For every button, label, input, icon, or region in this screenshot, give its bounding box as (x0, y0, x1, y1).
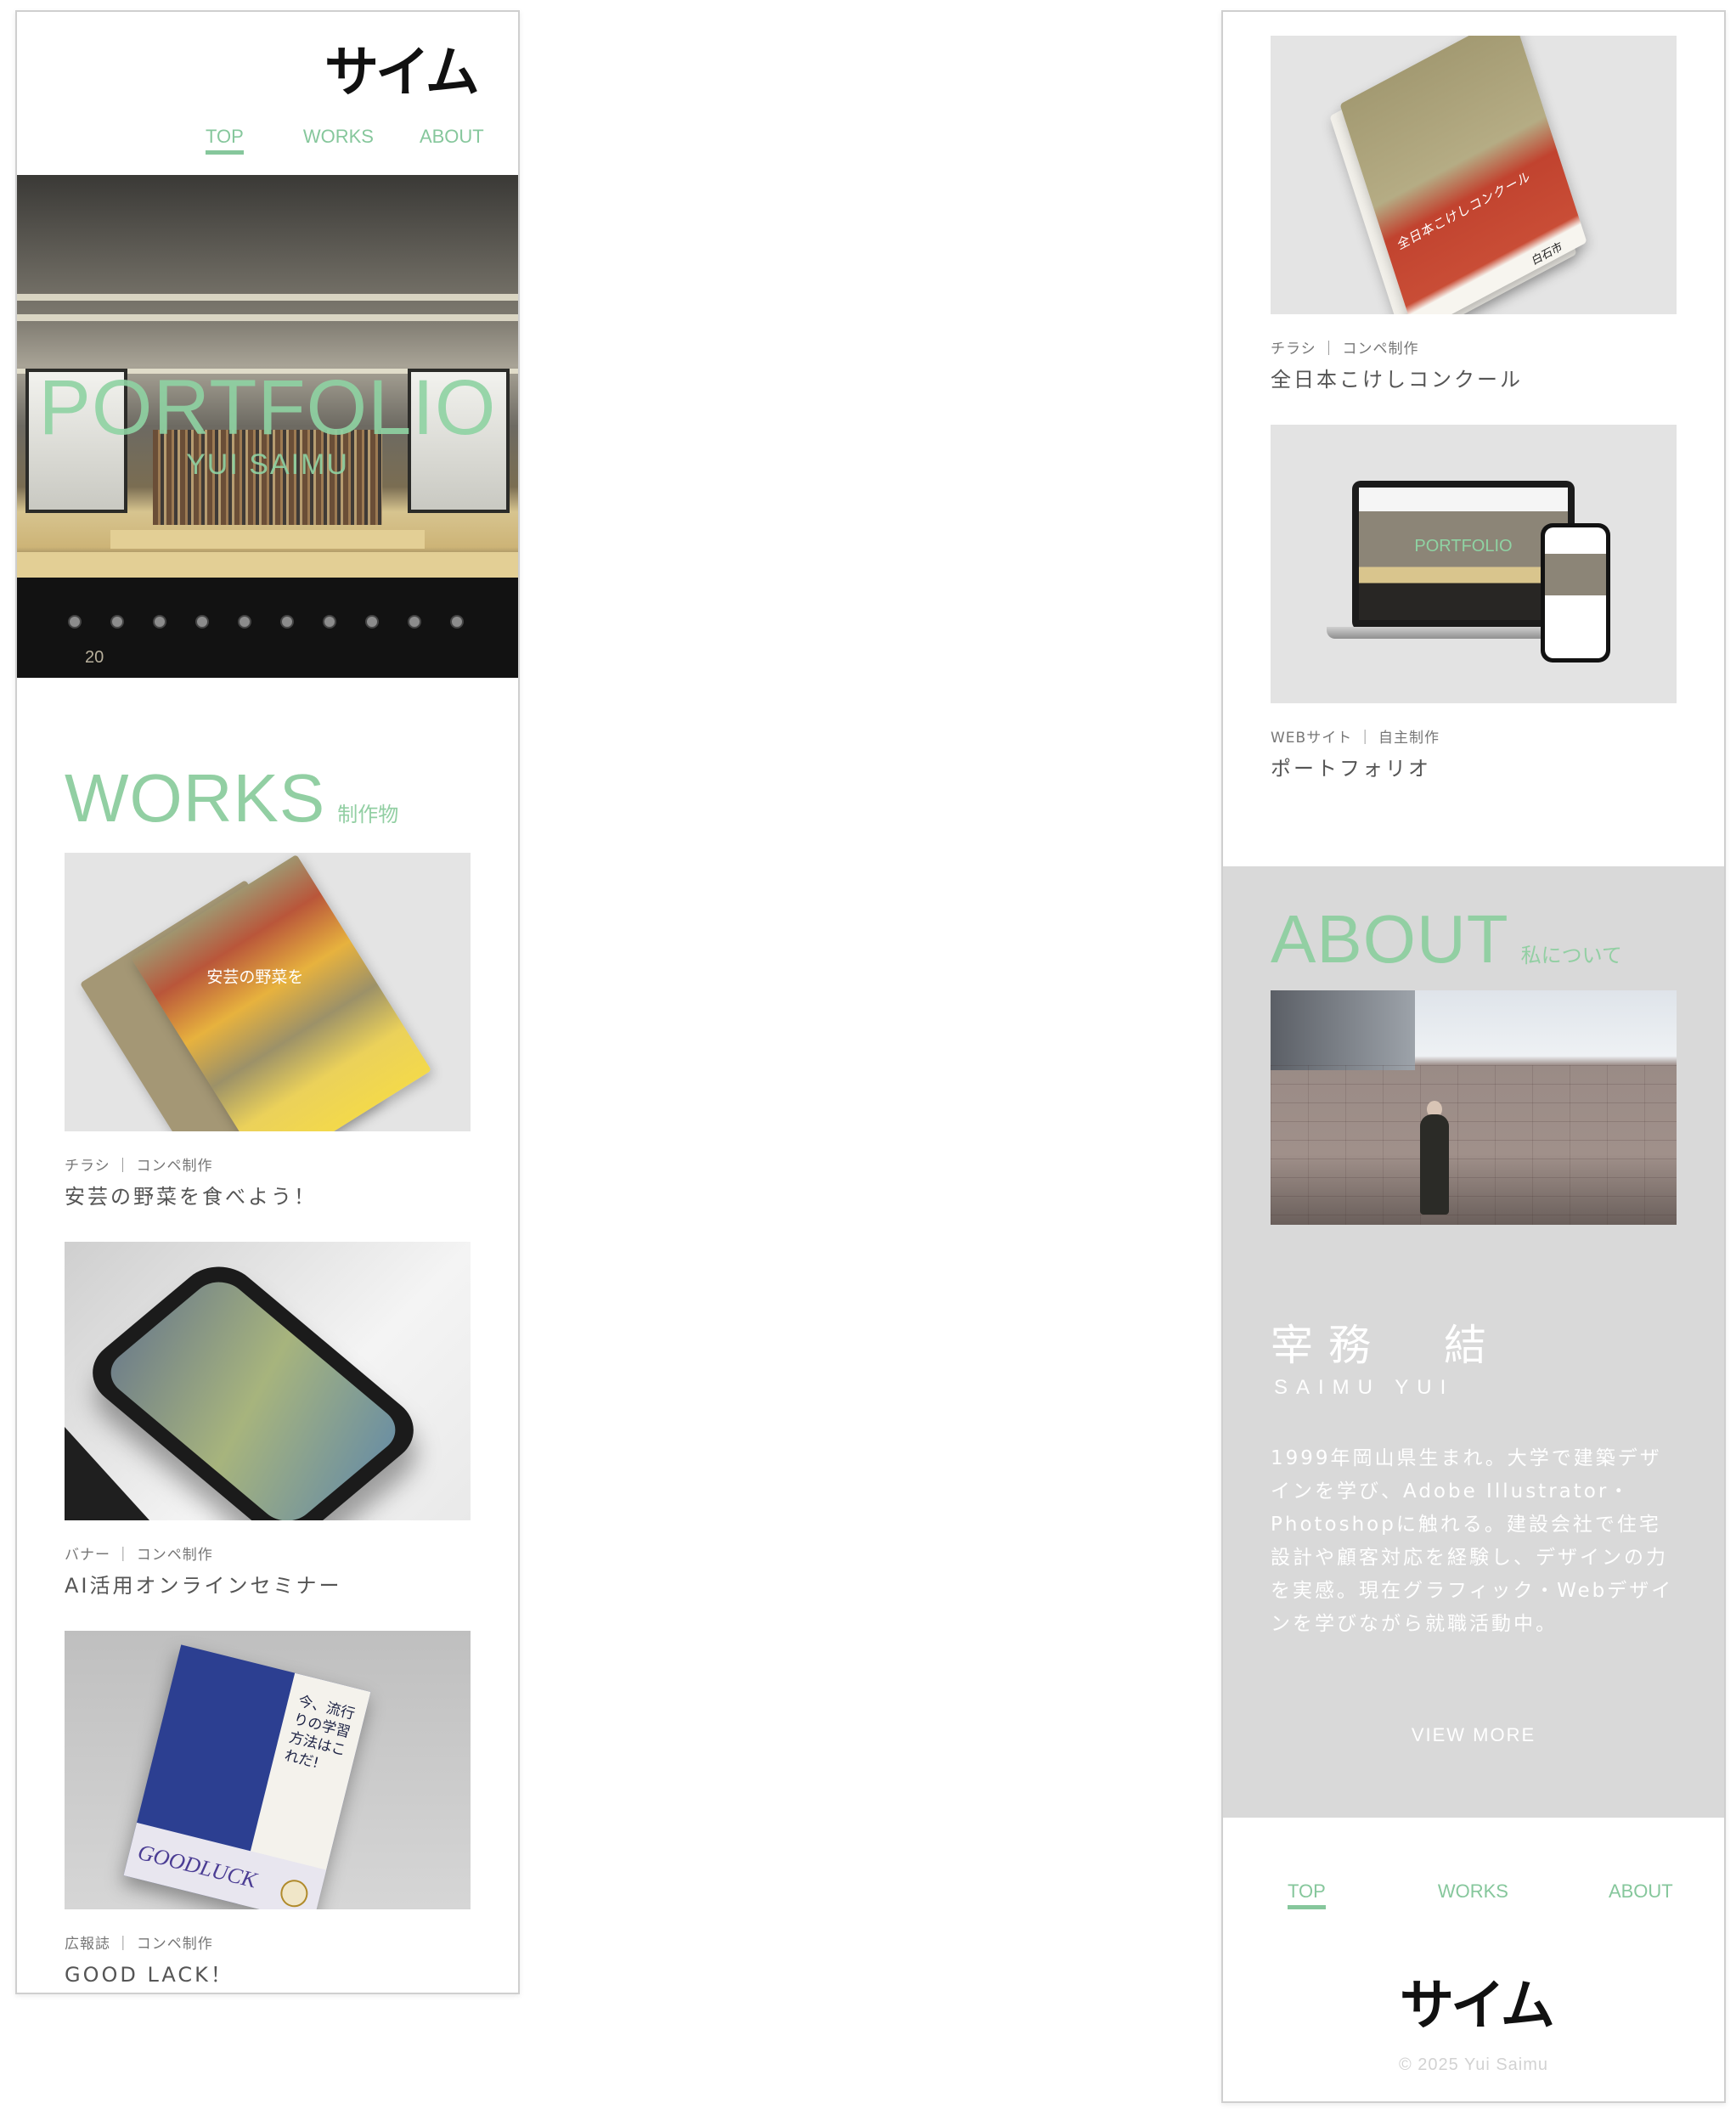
hero-title: PORTFOLIO (38, 364, 497, 451)
work-card[interactable]: 安芸の野菜を チラシ ｜ コンペ制作 安芸の野菜を食べよう！ (65, 853, 471, 1209)
work-card[interactable]: 今、流行りの学習方法はこれだ! GOODLUCK 広報誌 ｜ コンペ制作 GOO… (65, 1631, 471, 1988)
phone-mockup (1541, 523, 1610, 662)
profile-name-jp: 宰務 結 (1271, 1321, 1502, 1370)
mobile-preview-top: サイム TOP WORKS ABOUT 20 PORTFOLIO YUI SAI… (15, 10, 520, 1994)
work-title: AI活用オンラインセミナー (65, 1574, 342, 1598)
footer-nav-works[interactable]: WORKS (1438, 1880, 1508, 1903)
work-meta: チラシ ｜ コンペ制作 (65, 1158, 213, 1175)
about-subtitle: 私について (1520, 944, 1622, 967)
profile-name-en: SAIMU YUI (1274, 1376, 1455, 1399)
works-subtitle: 制作物 (337, 803, 399, 826)
work-card[interactable]: PORTFOLIO WEBサイト ｜ 自主制作 ポートフォリオ (1271, 425, 1677, 781)
profile-photo (1271, 990, 1677, 1225)
work-title: 安芸の野菜を食べよう！ (65, 1185, 317, 1209)
nav-top[interactable]: TOP (206, 126, 244, 155)
copyright: © 2025 Yui Saimu (1398, 2055, 1549, 2074)
work-title: GOOD LACK！ (65, 1963, 234, 1987)
footer-nav-top[interactable]: TOP (1288, 1880, 1326, 1909)
footer-logo[interactable]: サイム (1400, 1979, 1555, 2033)
counter-number: 20 (85, 648, 104, 667)
footer-nav-about[interactable]: ABOUT (1609, 1880, 1673, 1903)
about-heading: ABOUT 私について (1271, 900, 1622, 978)
work-card[interactable]: 全日本こけしコンクール 白石市 チラシ ｜ コンペ制作 全日本こけしコンクール (1271, 36, 1677, 392)
work-thumbnail[interactable]: 安芸の野菜を (65, 853, 471, 1131)
flyer-heading: 全日本こけしコンクール (1395, 167, 1533, 253)
work-thumbnail[interactable]: 全日本こけしコンクール 白石市 (1271, 36, 1677, 314)
counter: 20 (17, 578, 518, 678)
profile-bio: 1999年岡山県生まれ。大学で建築デザインを学び、Adobe Illustrat… (1271, 1447, 1674, 1635)
nav-works[interactable]: WORKS (303, 126, 374, 148)
about-title: ABOUT (1271, 901, 1509, 977)
works-title: WORKS (65, 760, 326, 836)
work-meta: チラシ ｜ コンペ制作 (1271, 341, 1419, 358)
site-logo[interactable]: サイム (324, 46, 480, 100)
works-heading: WORKS 制作物 (65, 759, 398, 837)
nav-about[interactable]: ABOUT (420, 126, 484, 148)
work-meta: 広報誌 ｜ コンペ制作 (65, 1936, 213, 1953)
mobile-preview-bottom: 全日本こけしコンクール 白石市 チラシ ｜ コンペ制作 全日本こけしコンクール … (1221, 10, 1726, 2103)
footer-nav: TOP WORKS ABOUT (1288, 1880, 1673, 1909)
work-title: 全日本こけしコンクール (1271, 368, 1523, 392)
view-more-link[interactable]: VIEW MORE (1223, 1724, 1724, 1746)
hero-image: 20 PORTFOLIO YUI SAIMU (17, 175, 518, 678)
flyer-heading: 安芸の野菜を (206, 967, 304, 987)
work-thumbnail[interactable]: 今、流行りの学習方法はこれだ! GOODLUCK (65, 1631, 471, 1909)
work-card[interactable]: バナー ｜ コンペ制作 AI活用オンラインセミナー (65, 1242, 471, 1598)
laptop-screen-title: PORTFOLIO (1414, 537, 1513, 555)
work-meta: WEBサイト ｜ 自主制作 (1271, 730, 1440, 747)
hero-subtitle: YUI SAIMU (186, 448, 349, 481)
work-thumbnail[interactable] (65, 1242, 471, 1520)
work-thumbnail[interactable]: PORTFOLIO (1271, 425, 1677, 703)
work-meta: バナー ｜ コンペ制作 (65, 1547, 213, 1564)
header-nav: TOP WORKS ABOUT (206, 126, 484, 155)
work-title: ポートフォリオ (1271, 757, 1431, 781)
